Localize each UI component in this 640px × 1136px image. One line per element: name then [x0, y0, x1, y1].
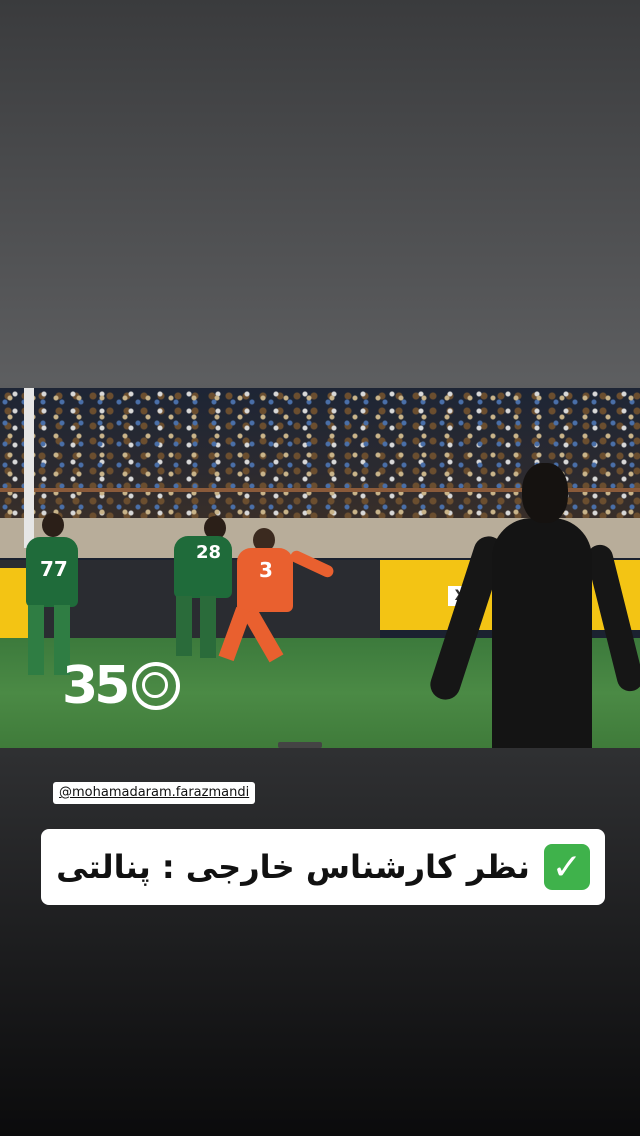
check-mark-button-icon: ✓ [543, 844, 590, 890]
broadcaster-logo: 360 35 [62, 656, 181, 716]
video-frame[interactable]: X 77 28 3 360 35 [0, 388, 640, 748]
player-number: 77 [40, 557, 68, 581]
player-number: 3 [259, 558, 273, 582]
logo-ring-icon [132, 662, 181, 710]
logo-digits-5: 5 [94, 656, 130, 716]
check-glyph: ✓ [551, 846, 582, 888]
referee [426, 463, 640, 748]
player-orange-3: 3 [215, 528, 336, 668]
video-scrub-marker [278, 742, 322, 748]
caption-box: نظر کارشناس خارجی : پنالتی ✓ [41, 829, 605, 905]
username-text: @mohamadaram.farazmandi [59, 785, 250, 800]
caption-text: نظر کارشناس خارجی : پنالتی [56, 848, 530, 886]
username-tag[interactable]: @mohamadaram.farazmandi [53, 782, 256, 804]
logo-digits-3: 3 [62, 656, 98, 716]
